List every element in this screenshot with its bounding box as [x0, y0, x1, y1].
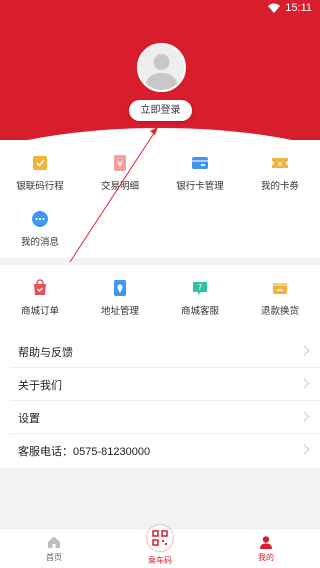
chevron-right-icon	[299, 444, 310, 455]
grid-item-transactions[interactable]: ¥ 交易明细	[80, 154, 160, 192]
tab-label: 首页	[46, 553, 62, 562]
default-avatar-icon	[145, 54, 178, 90]
chevron-right-icon	[299, 411, 310, 422]
svg-text:¥: ¥	[117, 160, 123, 170]
bank-card-icon	[191, 154, 209, 172]
transaction-detail-icon: ¥	[111, 154, 129, 172]
message-icon	[31, 210, 49, 228]
customer-service-icon: ?	[191, 279, 209, 297]
menu-item-label: 设置	[18, 413, 40, 425]
menu-item-about[interactable]: 关于我们	[0, 368, 320, 401]
qr-code-icon	[152, 530, 168, 546]
tab-label-ride-code: 乘车码	[148, 556, 172, 565]
status-time: 15:11	[285, 2, 312, 14]
svg-text:¥: ¥	[278, 161, 283, 169]
menu-item-help[interactable]: 帮助与反馈	[0, 335, 320, 368]
grid-item-messages[interactable]: 我的消息	[0, 210, 80, 248]
refund-icon	[271, 279, 289, 297]
svg-text:?: ?	[198, 283, 202, 292]
tab-label: 我的	[258, 553, 274, 562]
tab-home[interactable]: 首页	[24, 535, 84, 563]
service-grid: 银联码行程 ¥ 交易明细 银行卡管理 ¥ 我的卡劵 我的消息	[0, 140, 320, 258]
grid-item-bank-cards[interactable]: 银行卡管理	[160, 154, 240, 192]
settings-list: 帮助与反馈 关于我们 设置 客服电话：0575-81230000	[0, 335, 320, 468]
grid-item-shop-orders[interactable]: 商城订单	[0, 279, 80, 317]
grid-item-shop-service[interactable]: ? 商城客服	[160, 279, 240, 317]
grid-item-address[interactable]: 地址管理	[80, 279, 160, 317]
login-button[interactable]: 立即登录	[129, 100, 192, 121]
grid-item-label: 商城订单	[20, 306, 59, 317]
tab-mine[interactable]: 我的	[236, 535, 296, 563]
grid-item-label: 退款换货	[260, 306, 299, 317]
shop-order-icon	[31, 279, 49, 297]
menu-item-label: 关于我们	[18, 380, 62, 392]
grid-item-label: 银联码行程	[16, 181, 64, 192]
grid-item-label: 银行卡管理	[176, 181, 224, 192]
menu-item-label: 帮助与反馈	[18, 347, 73, 359]
wifi-icon	[268, 3, 280, 13]
menu-item-label: 客服电话：0575-81230000	[18, 446, 151, 458]
avatar[interactable]	[137, 43, 186, 92]
home-icon	[47, 535, 61, 549]
address-pin-icon	[111, 279, 129, 297]
transit-receipt-icon	[31, 154, 49, 172]
grid-item-refund[interactable]: 退款换货	[240, 279, 320, 317]
status-bar: 15:11	[0, 0, 320, 16]
shop-grid: 商城订单 地址管理 ? 商城客服 退款换货	[0, 265, 320, 337]
grid-item-coupons[interactable]: ¥ 我的卡劵	[240, 154, 320, 192]
grid-item-transit-record[interactable]: 银联码行程	[0, 154, 80, 192]
grid-item-label: 交易明细	[100, 181, 139, 192]
menu-item-settings[interactable]: 设置	[0, 401, 320, 434]
grid-item-label: 地址管理	[100, 306, 139, 317]
coupon-icon: ¥	[271, 154, 289, 172]
chevron-right-icon	[299, 345, 310, 356]
menu-item-hotline[interactable]: 客服电话：0575-81230000	[0, 434, 320, 467]
tab-ride-code[interactable]	[146, 524, 174, 552]
grid-item-label: 我的消息	[20, 237, 59, 248]
chevron-right-icon	[299, 378, 310, 389]
grid-item-label: 商城客服	[180, 306, 219, 317]
user-icon	[259, 535, 273, 549]
grid-item-label: 我的卡劵	[260, 181, 299, 192]
